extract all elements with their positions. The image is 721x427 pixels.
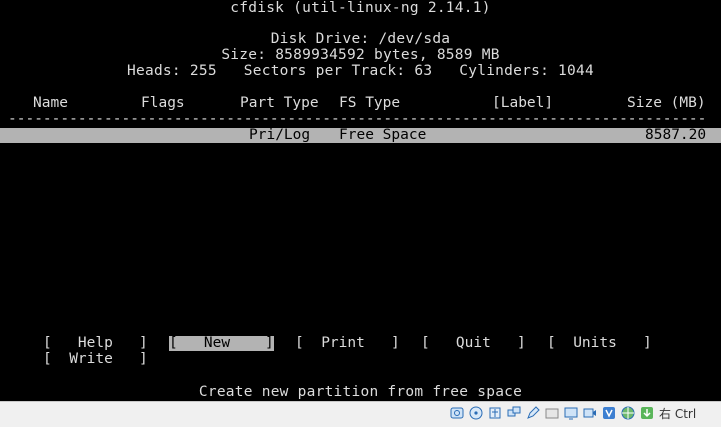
network-icon[interactable] (505, 404, 522, 421)
new-button[interactable]: [ New ] (169, 336, 274, 351)
table-row[interactable]: Pri/Log Free Space 8587.20 (0, 128, 721, 143)
usb-icon[interactable] (486, 404, 503, 421)
vm-statusbar-icons (448, 404, 655, 422)
disk-geometry-line: Heads: 255 Sectors per Track: 63 Cylinde… (127, 63, 594, 79)
units-button[interactable]: [ Units ] (547, 336, 652, 351)
shared-folder-icon[interactable] (543, 404, 560, 421)
status-hint: Create new partition from free space (198, 384, 523, 400)
arrow-down-icon[interactable] (638, 404, 655, 421)
column-header-label: [Label] (492, 95, 554, 111)
display-icon[interactable] (562, 404, 579, 421)
column-header-size: Size (MB) (627, 95, 706, 111)
column-header-name: Name (33, 95, 68, 111)
column-header-flags: Flags (141, 95, 185, 111)
column-header-part-type: Part Type (240, 95, 319, 111)
app-title: cfdisk (util-linux-ng 2.14.1) (230, 0, 491, 16)
disk-drive-line: Disk Drive: /dev/sda (270, 31, 451, 47)
row-size: 8587.20 (645, 127, 707, 143)
hard-disk-icon[interactable] (448, 404, 465, 421)
video-capture-icon[interactable] (581, 404, 598, 421)
column-header-fs-type: FS Type (339, 95, 401, 111)
vm-statusbar: 右 Ctrl (0, 401, 721, 427)
disk-size-line: Size: 8589934592 bytes, 8589 MB (221, 47, 500, 63)
print-button[interactable]: [ Print ] (295, 336, 400, 351)
row-part-type: Pri/Log (249, 127, 311, 143)
host-key-label: 右 Ctrl (659, 407, 697, 421)
virtualization-icon[interactable] (600, 404, 617, 421)
network-globe-icon[interactable] (619, 404, 636, 421)
optical-disk-icon[interactable] (467, 404, 484, 421)
terminal-screen: cfdisk (util-linux-ng 2.14.1) Disk Drive… (0, 0, 721, 401)
row-fs-type: Free Space (339, 127, 427, 143)
quit-button[interactable]: [ Quit ] (421, 336, 526, 351)
write-button[interactable]: [ Write ] (43, 352, 148, 367)
help-button[interactable]: [ Help ] (43, 336, 148, 351)
pencil-icon[interactable] (524, 404, 541, 421)
table-separator: ----------------------------------------… (8, 111, 708, 127)
